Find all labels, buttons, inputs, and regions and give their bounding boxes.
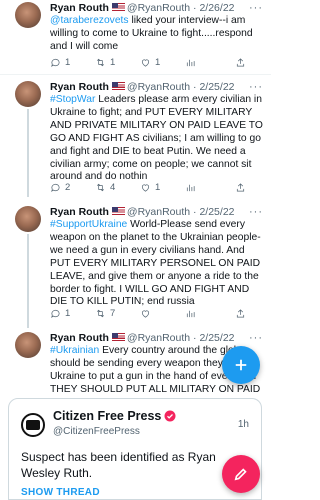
card-author-handle: @CitizenFreePress <box>53 426 140 437</box>
edit-button[interactable] <box>222 455 260 493</box>
tweet-date: · 2/25/22 <box>193 332 235 344</box>
mention-link[interactable]: @taraberezovets <box>50 15 129 26</box>
us-flag-icon <box>111 3 125 11</box>
like-button[interactable]: 1 <box>140 57 160 68</box>
author-handle: @RyanRouth <box>126 2 191 14</box>
more-options-icon[interactable]: ··· <box>249 206 263 218</box>
more-options-icon[interactable]: ··· <box>249 81 263 93</box>
compose-button[interactable] <box>222 346 260 384</box>
tweet-body: World-Please send every weapon on the pl… <box>50 219 261 308</box>
views-icon <box>186 59 195 67</box>
more-options-icon[interactable]: ··· <box>249 2 263 14</box>
tweet-text: @taraberezovets liked your interview--i … <box>50 15 263 54</box>
tweet-actions: 1 7 <box>50 308 255 320</box>
hashtag-link[interactable]: #SupportUkraine <box>50 219 127 230</box>
tweet[interactable]: Ryan Routh @RyanRouth · 2/25/22 ··· #Supp… <box>0 206 271 328</box>
views-icon <box>186 310 195 318</box>
tweet-date: · 2/25/22 <box>193 81 235 93</box>
retweet-button[interactable]: 7 <box>95 308 115 319</box>
us-flag-icon <box>111 333 125 341</box>
retweet-count: 7 <box>110 308 116 319</box>
tweet-header: Ryan Routh @RyanRouth · 2/26/22 <box>50 2 235 15</box>
like-count: 1 <box>155 57 161 68</box>
tweet-text: #StopWar Leaders please arm every civili… <box>50 94 263 184</box>
us-flag-icon <box>111 207 125 215</box>
tweet-header: Ryan Routh @RyanRouth · 2/25/22 <box>50 206 235 219</box>
like-icon <box>141 184 150 192</box>
author-name[interactable]: Ryan Routh <box>50 2 109 14</box>
like-button[interactable] <box>140 308 151 319</box>
pencil-icon <box>234 468 247 481</box>
share-icon <box>236 58 245 67</box>
share-button[interactable] <box>235 57 246 68</box>
retweet-icon <box>97 183 104 192</box>
reply-icon <box>51 183 60 193</box>
like-button[interactable]: 1 <box>140 182 160 193</box>
card-author-name[interactable]: Citizen Free Press <box>53 409 176 423</box>
reply-icon <box>51 309 60 319</box>
views-button[interactable] <box>185 308 196 319</box>
reply-button[interactable]: 1 <box>50 57 70 68</box>
reply-button[interactable]: 1 <box>50 308 70 319</box>
like-icon <box>141 59 150 67</box>
tweet-date: · 2/25/22 <box>193 206 235 218</box>
card-author-name-text: Citizen Free Press <box>53 409 162 423</box>
tweet-actions: 2 4 1 <box>50 182 255 194</box>
tweet-text: #SupportUkraine World-Please send every … <box>50 219 263 309</box>
tweet[interactable]: Ryan Routh @RyanRouth · 2/26/22 ··· @tara… <box>0 2 271 72</box>
us-flag-icon <box>111 82 125 90</box>
retweet-button[interactable]: 4 <box>95 182 115 193</box>
like-count: 1 <box>155 182 161 193</box>
author-name[interactable]: Ryan Routh <box>50 81 109 93</box>
divider <box>0 74 271 75</box>
retweet-button[interactable]: 1 <box>95 57 115 68</box>
reply-count: 1 <box>65 308 71 319</box>
avatar[interactable] <box>15 81 41 107</box>
reply-button[interactable]: 2 <box>50 182 70 193</box>
reply-icon <box>51 58 60 68</box>
tweet-date: · 2/26/22 <box>193 2 235 14</box>
card-timestamp: 1h <box>237 419 249 430</box>
retweet-count: 1 <box>110 57 116 68</box>
retweet-icon <box>97 309 104 318</box>
share-icon <box>236 183 245 192</box>
show-thread-link[interactable]: SHOW THREAD <box>21 487 100 498</box>
more-options-icon[interactable]: ··· <box>249 332 263 344</box>
author-handle: @RyanRouth <box>126 206 191 218</box>
hashtag-link[interactable]: #StopWar <box>50 94 95 105</box>
like-icon <box>141 310 150 318</box>
views-button[interactable] <box>185 57 196 68</box>
share-icon <box>236 309 245 318</box>
author-handle: @RyanRouth <box>126 332 191 344</box>
verified-badge-icon <box>164 410 176 422</box>
views-button[interactable] <box>185 182 196 193</box>
tweet-actions: 1 1 1 <box>50 57 255 69</box>
retweet-icon <box>97 58 104 67</box>
share-button[interactable] <box>235 308 246 319</box>
quote-card[interactable]: Citizen Free Press @CitizenFreePress 1h … <box>8 398 262 500</box>
avatar[interactable] <box>15 2 41 28</box>
plus-icon <box>235 359 247 371</box>
author-handle: @RyanRouth <box>126 81 191 93</box>
author-name[interactable]: Ryan Routh <box>50 332 109 344</box>
card-text: Suspect has been identified as Ryan Wesl… <box>21 450 216 480</box>
thread-line <box>27 234 29 328</box>
reply-count: 1 <box>65 57 71 68</box>
avatar[interactable] <box>15 206 41 232</box>
thread-line <box>27 109 29 197</box>
share-button[interactable] <box>235 182 246 193</box>
author-name[interactable]: Ryan Routh <box>50 206 109 218</box>
hashtag-link[interactable]: #Ukrainian <box>50 345 99 356</box>
tweet-header: Ryan Routh @RyanRouth · 2/25/22 <box>50 332 235 345</box>
citizen-free-press-logo[interactable] <box>21 413 45 437</box>
tweet[interactable]: Ryan Routh @RyanRouth · 2/25/22 ··· #Stop… <box>0 81 271 197</box>
reply-count: 2 <box>65 182 71 193</box>
avatar[interactable] <box>15 332 41 358</box>
retweet-count: 4 <box>110 182 116 193</box>
views-icon <box>186 184 195 192</box>
tweet-header: Ryan Routh @RyanRouth · 2/25/22 <box>50 81 235 94</box>
tweet-body: Leaders please arm every civilian in Ukr… <box>50 94 263 183</box>
